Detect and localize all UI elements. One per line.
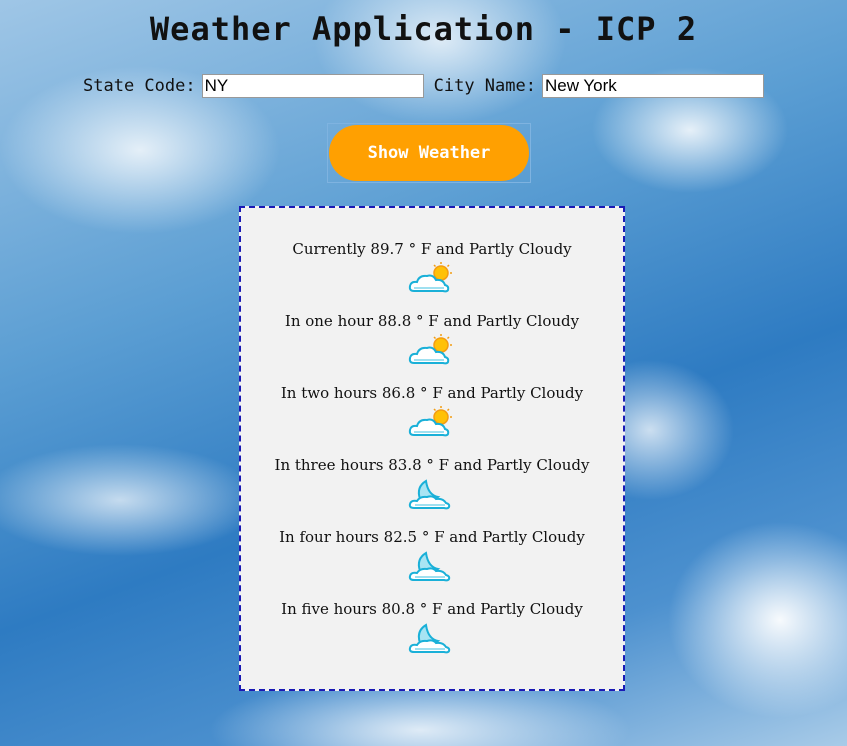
forecast-text: In one hour 88.8 ° F and Partly Cloudy <box>284 312 580 330</box>
forecast-panel: Currently 89.7 ° F and Partly Cloudy In … <box>239 206 625 691</box>
partly-cloudy-sun-icon <box>408 262 452 293</box>
partly-cloudy-sun-icon <box>408 334 452 365</box>
show-weather-button-frame: Show Weather <box>327 123 531 183</box>
forecast-item: Currently 89.7 ° F and Partly Cloudy <box>241 239 623 311</box>
forecast-item: In three hours 83.8 ° F and Partly Cloud… <box>241 455 623 527</box>
page-title: Weather Application - ICP 2 <box>149 10 698 48</box>
forecast-item: In five hours 80.8 ° F and Partly Cloudy <box>241 599 623 671</box>
forecast-text: In five hours 80.8 ° F and Partly Cloudy <box>281 600 583 618</box>
state-code-input[interactable] <box>201 74 424 98</box>
city-name-input[interactable] <box>541 74 764 98</box>
forecast-text: In two hours 86.8 ° F and Partly Cloudy <box>280 384 584 402</box>
forecast-text: In three hours 83.8 ° F and Partly Cloud… <box>274 456 590 474</box>
search-form: State Code: City Name: <box>0 74 847 98</box>
forecast-text: In four hours 82.5 ° F and Partly Cloudy <box>279 528 585 546</box>
forecast-item: In four hours 82.5 ° F and Partly Cloudy <box>241 527 623 599</box>
city-name-label: City Name: <box>433 76 536 96</box>
partly-cloudy-moon-icon <box>408 551 451 582</box>
state-code-label: State Code: <box>83 76 196 96</box>
forecast-item: In one hour 88.8 ° F and Partly Cloudy <box>241 311 623 383</box>
forecast-text: Currently 89.7 ° F and Partly Cloudy <box>292 240 572 258</box>
partly-cloudy-moon-icon <box>408 479 451 510</box>
partly-cloudy-moon-icon <box>408 623 451 654</box>
forecast-item: In two hours 86.8 ° F and Partly Cloudy <box>241 383 623 455</box>
show-weather-button[interactable]: Show Weather <box>329 125 529 181</box>
partly-cloudy-sun-icon <box>408 406 452 437</box>
